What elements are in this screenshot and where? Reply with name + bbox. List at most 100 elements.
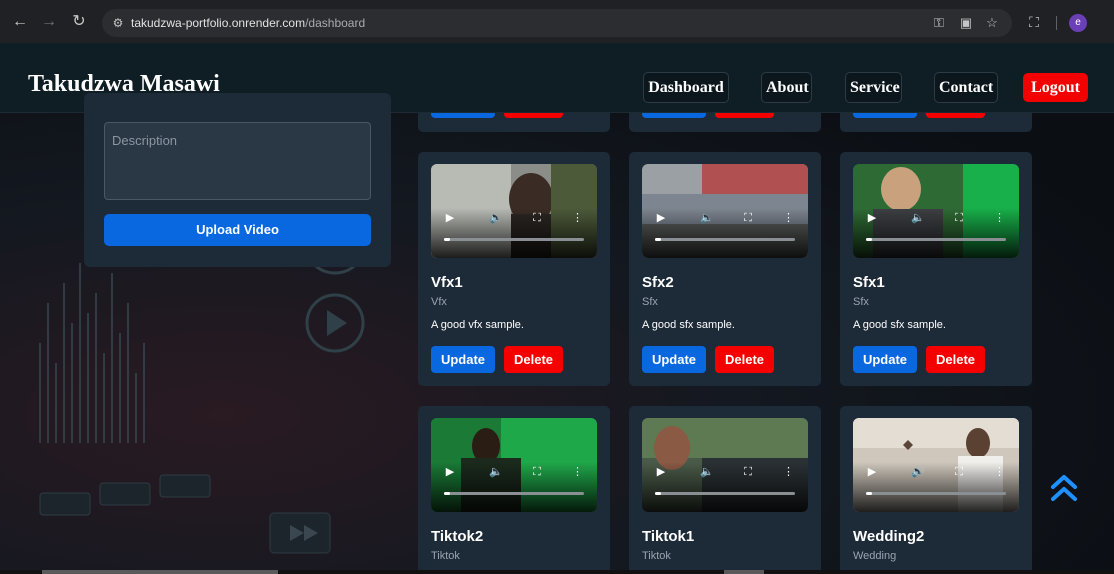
video-player[interactable]: ▶ 🔈 ⛶ ⋮ [853,164,1019,258]
description-placeholder: Description [112,133,178,148]
video-title: Sfx2 [642,274,674,291]
update-button-partial[interactable] [642,113,706,118]
video-category: Sfx [642,296,658,308]
volume-icon[interactable]: 🔈 [911,211,925,225]
video-player[interactable]: ▶ 🔈 ⛶ ⋮ [642,418,808,512]
progress-bar[interactable] [444,492,584,495]
progress-bar[interactable] [444,238,584,241]
scrollbar-thumb[interactable] [724,570,764,574]
video-card-partial [629,113,821,132]
update-button-partial[interactable] [853,113,917,118]
upload-form: Description Upload Video [84,93,391,267]
video-description: A good vfx sample. [431,319,524,331]
volume-icon[interactable]: 🔈 [489,211,503,225]
fullscreen-icon[interactable]: ⛶ [741,211,755,225]
play-icon[interactable]: ▶ [445,465,455,479]
page-viewport: Takudzwa Masawi Dashboard About Service … [0,43,1114,574]
delete-button-partial[interactable] [926,113,985,118]
delete-button[interactable]: Delete [715,346,774,373]
fullscreen-icon[interactable]: ⛶ [530,211,544,225]
fullscreen-icon[interactable]: ⛶ [741,465,755,479]
volume-icon[interactable]: 🔈 [700,465,714,479]
video-title: Tiktok2 [431,528,484,545]
toolbar-divider [1056,16,1057,30]
progress-bar[interactable] [655,492,795,495]
more-options-icon[interactable]: ⋮ [994,465,1005,479]
video-category: Tiktok [642,550,671,562]
progress-bar[interactable] [866,492,1006,495]
video-card: ▶ 🔈 ⛶ ⋮ Vfx1 Vfx A good vfx sample. Upda… [418,152,610,386]
volume-icon[interactable]: 🔈 [489,465,503,479]
volume-icon[interactable]: 🔈 [700,211,714,225]
nav-dashboard[interactable]: Dashboard [643,72,729,103]
more-options-icon[interactable]: ⋮ [572,465,583,479]
update-button[interactable]: Update [853,346,917,373]
delete-button[interactable]: Delete [926,346,985,373]
nav-service[interactable]: Service [845,72,902,103]
video-card: ▶ 🔈 ⛶ ⋮ Tiktok2 Tiktok [418,406,610,574]
play-icon[interactable]: ▶ [656,465,666,479]
video-category: Vfx [431,296,447,308]
play-icon[interactable]: ▶ [867,211,877,225]
video-card-partial [840,113,1032,132]
upload-video-button[interactable]: Upload Video [104,214,371,246]
fullscreen-icon[interactable]: ⛶ [530,465,544,479]
url-text[interactable]: takudzwa-portfolio.onrender.com/dashboar… [131,16,365,30]
more-options-icon[interactable]: ⋮ [572,211,583,225]
video-player[interactable]: ▶ 🔈 ⛶ ⋮ [431,418,597,512]
install-app-icon[interactable]: ▣ [957,14,975,32]
volume-icon[interactable]: 🔊 [911,465,925,479]
video-description: A good sfx sample. [853,319,946,331]
video-title: Vfx1 [431,274,463,291]
video-title: Sfx1 [853,274,885,291]
reload-icon[interactable]: ↻ [68,11,90,33]
nav-about[interactable]: About [761,72,812,103]
logout-button[interactable]: Logout [1023,73,1088,102]
profile-avatar[interactable]: e [1069,14,1087,32]
video-player[interactable]: ▶ 🔊 ⛶ ⋮ [853,418,1019,512]
back-icon[interactable]: ← [9,11,31,33]
progress-bar[interactable] [866,238,1006,241]
progress-fill [655,492,661,495]
video-title: Tiktok1 [642,528,695,545]
update-button-partial[interactable] [431,113,495,118]
fullscreen-icon[interactable]: ⛶ [952,211,966,225]
video-card: ▶ 🔈 ⛶ ⋮ Sfx2 Sfx A good sfx sample. Upda… [629,152,821,386]
horizontal-scrollbar[interactable] [0,570,1114,574]
address-bar[interactable]: ⚙ takudzwa-portfolio.onrender.com/dashbo… [102,9,1012,37]
description-textarea[interactable]: Description [104,122,371,200]
fullscreen-icon[interactable]: ⛶ [952,465,966,479]
video-card: ▶ 🔊 ⛶ ⋮ Wedding2 Wedding [840,406,1032,574]
more-options-icon[interactable]: ⋮ [783,465,794,479]
progress-fill [655,238,661,241]
video-player[interactable]: ▶ 🔈 ⛶ ⋮ [431,164,597,258]
scroll-to-top-icon[interactable] [1048,473,1080,505]
video-player[interactable]: ▶ 🔈 ⛶ ⋮ [642,164,808,258]
bookmark-star-icon[interactable]: ☆ [983,14,1001,32]
progress-fill [866,492,872,495]
play-icon[interactable]: ▶ [656,211,666,225]
password-key-icon[interactable]: ⚿ [930,14,948,32]
nav-contact[interactable]: Contact [934,72,998,103]
scrollbar-thumb[interactable] [42,570,278,574]
delete-button-partial[interactable] [504,113,563,118]
play-icon[interactable]: ▶ [867,465,877,479]
video-card: ▶ 🔈 ⛶ ⋮ Tiktok1 Tiktok [629,406,821,574]
progress-fill [444,492,450,495]
play-icon[interactable]: ▶ [445,211,455,225]
update-button[interactable]: Update [642,346,706,373]
extensions-icon[interactable]: ⛶ [1024,12,1044,32]
progress-fill [866,238,872,241]
forward-icon[interactable]: → [38,11,60,33]
video-category: Tiktok [431,550,460,562]
progress-fill [444,238,450,241]
delete-button[interactable]: Delete [504,346,563,373]
delete-button-partial[interactable] [715,113,774,118]
more-options-icon[interactable]: ⋮ [994,211,1005,225]
site-settings-icon[interactable]: ⚙ [110,15,126,31]
progress-bar[interactable] [655,238,795,241]
more-options-icon[interactable]: ⋮ [783,211,794,225]
video-card: ▶ 🔈 ⛶ ⋮ Sfx1 Sfx A good sfx sample. Upda… [840,152,1032,386]
update-button[interactable]: Update [431,346,495,373]
video-category: Wedding [853,550,897,562]
